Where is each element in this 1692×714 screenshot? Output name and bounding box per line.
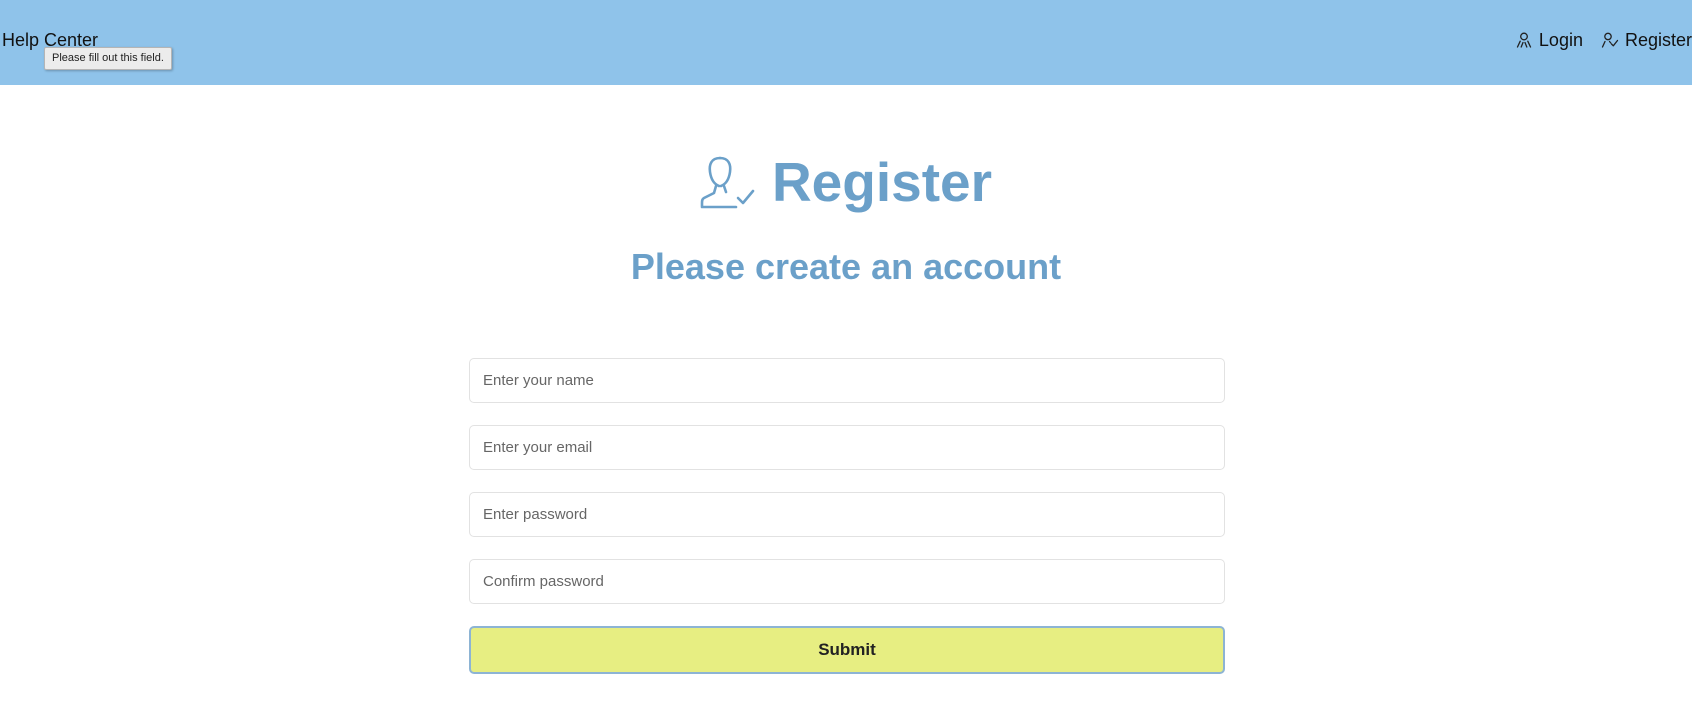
- submit-button[interactable]: Submit: [469, 626, 1225, 674]
- login-label: Login: [1538, 30, 1583, 50]
- page-title: Register: [771, 151, 993, 213]
- page-subtitle: Please create an account: [630, 246, 1062, 287]
- header-nav: Login Register: [1515, 28, 1692, 52]
- email-input[interactable]: [469, 425, 1225, 470]
- confirm-password-input[interactable]: [469, 559, 1225, 604]
- top-header: Help Center Please fill out this field. …: [0, 0, 1692, 85]
- password-input[interactable]: [469, 492, 1225, 537]
- page-heading: Register: [0, 150, 1692, 214]
- login-user-icon: [1515, 31, 1533, 49]
- user-check-icon: [700, 151, 758, 213]
- register-label: Register: [1624, 30, 1692, 50]
- validation-tooltip: Please fill out this field.: [44, 47, 172, 70]
- register-form: Submit: [469, 358, 1225, 674]
- name-input[interactable]: [469, 358, 1225, 403]
- login-link[interactable]: Login: [1515, 28, 1583, 52]
- register-link[interactable]: Register: [1601, 28, 1692, 52]
- register-user-icon: [1601, 31, 1619, 49]
